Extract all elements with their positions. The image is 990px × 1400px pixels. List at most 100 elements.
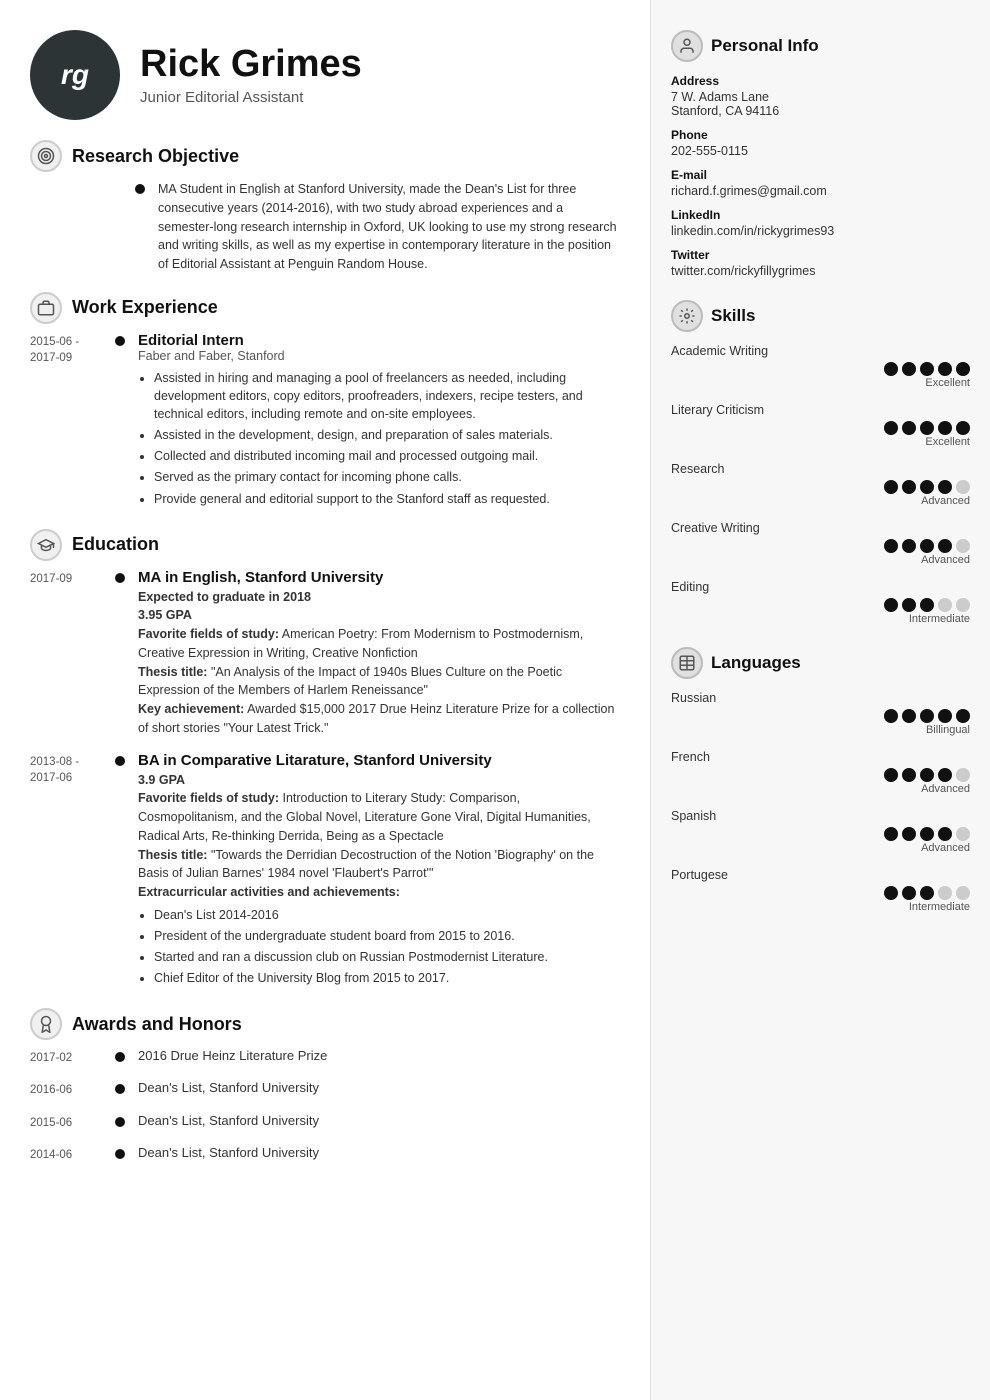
awards-header: Awards and Honors	[30, 1008, 620, 1040]
award-text-3: Dean's List, Stanford University	[138, 1145, 319, 1160]
address-value: 7 W. Adams LaneStanford, CA 94116	[671, 90, 970, 118]
skill-dot-3-0	[884, 539, 898, 553]
edu-bullet-1-3: Chief Editor of the University Blog from…	[154, 969, 620, 987]
work-content-0: Editorial Intern Faber and Faber, Stanfo…	[130, 332, 620, 511]
personal-icon	[671, 30, 703, 62]
award-text-2: Dean's List, Stanford University	[138, 1113, 319, 1128]
job-title-0: Editorial Intern	[138, 332, 620, 349]
email-label: E-mail	[671, 168, 970, 182]
lang-dot-0-4	[956, 709, 970, 723]
work-header: Work Experience	[30, 292, 620, 324]
edu-date-0: 2017-09	[30, 569, 110, 738]
skill-dot-3-3	[938, 539, 952, 553]
left-column: rg Rick Grimes Junior Editorial Assistan…	[0, 0, 650, 1400]
objective-section: Research Objective MA Student in English…	[30, 140, 620, 274]
skill-3: Creative Writing Advanced	[671, 521, 970, 566]
objective-text: MA Student in English at Stanford Univer…	[158, 180, 620, 274]
twitter-label: Twitter	[671, 248, 970, 262]
lang-name-3: Portugese	[671, 868, 970, 882]
skill-dot-4-1	[902, 598, 916, 612]
lang-dot-1-3	[938, 768, 952, 782]
skills-icon	[671, 300, 703, 332]
work-icon	[30, 292, 62, 324]
linkedin-label: LinkedIn	[671, 208, 970, 222]
skill-dot-0-2	[920, 362, 934, 376]
objective-dot	[135, 184, 145, 194]
lang-dots-1	[671, 768, 970, 782]
award-dot-2	[115, 1117, 125, 1127]
lang-dot-3-4	[956, 886, 970, 900]
lang-dot-2-0	[884, 827, 898, 841]
edu-content-1: BA in Comparative Litarature, Stanford U…	[130, 752, 620, 991]
lang-dot-3-0	[884, 886, 898, 900]
lang-dot-1-1	[902, 768, 916, 782]
work-bullet-0-2: Collected and distributed incoming mail …	[154, 447, 620, 465]
lang-name-2: Spanish	[671, 809, 970, 823]
personal-twitter: Twitter twitter.com/rickyfillygrimes	[671, 248, 970, 278]
skill-dot-2-3	[938, 480, 952, 494]
edu-date-1: 2013-08 - 2017-06	[30, 752, 110, 991]
edu-bullet-1-2: Started and ran a discussion club on Rus…	[154, 948, 620, 966]
awards-icon	[30, 1008, 62, 1040]
edu-dot-1	[115, 756, 125, 766]
skills-section: Skills Academic Writing Excellent Litera…	[671, 300, 970, 625]
objective-title: Research Objective	[72, 146, 239, 167]
edu-meta-0: Expected to graduate in 2018 3.95 GPA Fa…	[138, 588, 620, 738]
email-value: richard.f.grimes@gmail.com	[671, 184, 970, 198]
award-date-1: 2016-06	[30, 1080, 110, 1098]
award-item-0: 2017-02 2016 Drue Heinz Literature Prize	[30, 1048, 620, 1066]
lang-dots-0	[671, 709, 970, 723]
personal-info-title: Personal Info	[711, 36, 819, 56]
lang-dot-1-0	[884, 768, 898, 782]
skill-level-2: Advanced	[671, 495, 970, 507]
personal-email: E-mail richard.f.grimes@gmail.com	[671, 168, 970, 198]
skill-dot-1-3	[938, 421, 952, 435]
lang-dot-0-3	[938, 709, 952, 723]
skill-dot-2-0	[884, 480, 898, 494]
education-section: Education 2017-09 MA in English, Stanfor…	[30, 529, 620, 991]
lang-dot-3-3	[938, 886, 952, 900]
work-title: Work Experience	[72, 297, 218, 318]
work-bullet-0-1: Assisted in the development, design, and…	[154, 426, 620, 444]
lang-2: Spanish Advanced	[671, 809, 970, 854]
header: rg Rick Grimes Junior Editorial Assistan…	[30, 30, 620, 120]
edu-degree-0: MA in English, Stanford University	[138, 569, 620, 586]
lang-dot-1-4	[956, 768, 970, 782]
education-icon	[30, 529, 62, 561]
lang-dot-3-1	[902, 886, 916, 900]
work-bullets-0: Assisted in hiring and managing a pool o…	[138, 369, 620, 508]
skill-dots-2	[671, 480, 970, 494]
lang-level-2: Advanced	[671, 842, 970, 854]
skill-dot-2-2	[920, 480, 934, 494]
job-company-0: Faber and Faber, Stanford	[138, 349, 620, 363]
skill-dot-3-4	[956, 539, 970, 553]
work-bullet-0-4: Provide general and editorial support to…	[154, 490, 620, 508]
page: rg Rick Grimes Junior Editorial Assistan…	[0, 0, 990, 1400]
skill-dot-4-3	[938, 598, 952, 612]
personal-linkedin: LinkedIn linkedin.com/in/rickygrimes93	[671, 208, 970, 238]
skill-dots-1	[671, 421, 970, 435]
awards-section: Awards and Honors 2017-02 2016 Drue Hein…	[30, 1008, 620, 1162]
award-date-2: 2015-06	[30, 1113, 110, 1131]
skill-dot-1-2	[920, 421, 934, 435]
skill-dot-3-2	[920, 539, 934, 553]
lang-3: Portugese Intermediate	[671, 868, 970, 913]
languages-title: Languages	[711, 653, 801, 673]
languages-icon	[671, 647, 703, 679]
edu-content-0: MA in English, Stanford University Expec…	[130, 569, 620, 738]
right-column: Personal Info Address 7 W. Adams LaneSta…	[650, 0, 990, 1400]
lang-name-0: Russian	[671, 691, 970, 705]
skill-dot-0-0	[884, 362, 898, 376]
education-item-1: 2013-08 - 2017-06 BA in Comparative Lita…	[30, 752, 620, 991]
lang-dot-0-1	[902, 709, 916, 723]
skill-dot-1-1	[902, 421, 916, 435]
skill-2: Research Advanced	[671, 462, 970, 507]
skill-dot-1-4	[956, 421, 970, 435]
twitter-value: twitter.com/rickyfillygrimes	[671, 264, 970, 278]
skill-dots-0	[671, 362, 970, 376]
skill-level-0: Excellent	[671, 377, 970, 389]
lang-0: Russian Billingual	[671, 691, 970, 736]
personal-address: Address 7 W. Adams LaneStanford, CA 9411…	[671, 74, 970, 118]
award-dot-1	[115, 1084, 125, 1094]
education-header: Education	[30, 529, 620, 561]
